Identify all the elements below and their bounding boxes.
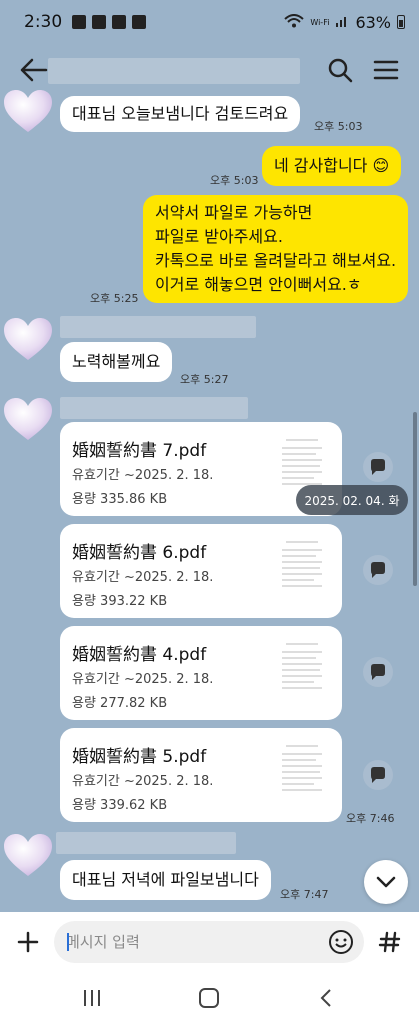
- wifi-icon: [284, 13, 305, 32]
- message-time: 오후 7:46: [346, 812, 395, 825]
- voicemail-icon: [72, 15, 87, 29]
- share-chat-icon: [371, 459, 385, 475]
- battery-level: 63%: [355, 12, 391, 32]
- message-time: 오후 5:03: [210, 174, 259, 187]
- carrier-label: Wi-Fi: [310, 17, 330, 27]
- hashtag-search-button[interactable]: [376, 928, 404, 956]
- message-bubble[interactable]: 대표님 오늘보냄니다 검토드려요: [60, 96, 301, 132]
- chevron-down-icon: [376, 876, 396, 888]
- avatar[interactable]: [2, 316, 54, 362]
- share-button[interactable]: [363, 657, 393, 687]
- document-thumbnail-icon: [276, 534, 328, 608]
- file-attachment[interactable]: 婚姻誓約書 4.pdf 유효기간 ~2025. 2. 18. 용량 277.82…: [60, 626, 342, 720]
- file-attachment[interactable]: 婚姻誓約書 5.pdf 유효기간 ~2025. 2. 18. 용량 339.62…: [60, 728, 342, 822]
- back-nav-icon: [320, 989, 331, 1007]
- message-time: 오후 5:03: [314, 120, 363, 133]
- message-bubble[interactable]: 서약서 파일로 가능하면 파일로 받아주세요. 카톡으로 바로 올려달라고 해보…: [143, 195, 409, 303]
- notification-icon: [132, 15, 147, 29]
- message-field[interactable]: [54, 921, 364, 963]
- hashtag-icon: [378, 931, 401, 953]
- menu-button[interactable]: [372, 56, 400, 84]
- document-thumbnail-icon: [276, 636, 328, 710]
- file-size: 용량 339.62 KB: [72, 798, 168, 813]
- file-expiry: 유효기간 ~2025. 2. 18.: [72, 468, 214, 483]
- file-name: 婚姻誓約書 7.pdf: [72, 441, 207, 461]
- share-chat-icon: [371, 767, 385, 783]
- sender-name: [60, 316, 256, 338]
- file-expiry: 유효기간 ~2025. 2. 18.: [72, 570, 214, 585]
- share-chat-icon: [371, 664, 385, 680]
- file-size: 용량 393.22 KB: [72, 594, 168, 609]
- emoji-button[interactable]: [328, 929, 354, 955]
- attach-button[interactable]: [14, 928, 42, 956]
- avatar[interactable]: [2, 832, 54, 878]
- file-size: 용량 335.86 KB: [72, 492, 168, 507]
- gallery-icon: [112, 15, 127, 29]
- file-expiry: 유효기간 ~2025. 2. 18.: [72, 774, 214, 789]
- file-name: 婚姻誓約書 4.pdf: [72, 645, 207, 665]
- back-nav-button[interactable]: [314, 986, 338, 1010]
- emoji-icon: [329, 930, 353, 954]
- home-icon: [199, 988, 219, 1008]
- share-button[interactable]: [363, 452, 393, 482]
- chat-title: [48, 58, 300, 84]
- scrollbar[interactable]: [413, 412, 417, 586]
- avatar[interactable]: [2, 88, 54, 134]
- file-attachment[interactable]: 婚姻誓約書 6.pdf 유효기간 ~2025. 2. 18. 용량 393.22…: [60, 524, 342, 618]
- plus-icon: [17, 931, 39, 953]
- chat-header: [0, 50, 419, 90]
- search-button[interactable]: [326, 56, 354, 84]
- message-input[interactable]: [66, 921, 316, 963]
- file-name: 婚姻誓約書 5.pdf: [72, 747, 207, 767]
- message-bubble[interactable]: 네 감사합니다 😊: [262, 146, 402, 186]
- message-bubble[interactable]: 노력해볼께요: [60, 342, 173, 382]
- check-icon: [92, 15, 107, 29]
- file-size: 용량 277.82 KB: [72, 696, 168, 711]
- recent-apps-button[interactable]: [80, 986, 104, 1010]
- share-button[interactable]: [363, 555, 393, 585]
- search-icon: [328, 58, 353, 83]
- message-input-bar: [0, 912, 419, 972]
- home-button[interactable]: [197, 986, 221, 1010]
- message-time: 오후 5:25: [90, 292, 139, 305]
- share-chat-icon: [371, 562, 385, 578]
- sender-name: [56, 832, 236, 854]
- recent-apps-icon: [84, 990, 100, 1006]
- back-arrow-icon: [20, 58, 48, 82]
- back-button[interactable]: [18, 56, 48, 84]
- message-time: 오후 7:47: [280, 888, 329, 901]
- status-time: 2:30: [24, 12, 63, 32]
- system-nav-bar: [0, 972, 419, 1024]
- message-time: 오후 5:27: [180, 373, 229, 386]
- text-caret: [67, 933, 69, 951]
- sender-name: [60, 397, 248, 419]
- hamburger-icon: [373, 60, 399, 80]
- avatar[interactable]: [2, 396, 54, 442]
- battery-icon: [397, 15, 405, 29]
- document-thumbnail-icon: [276, 738, 328, 812]
- scroll-to-bottom-button[interactable]: [364, 860, 408, 904]
- date-indicator: 2025. 02. 04. 화: [296, 485, 408, 515]
- share-button[interactable]: [363, 760, 393, 790]
- file-name: 婚姻誓約書 6.pdf: [72, 543, 207, 563]
- file-expiry: 유효기간 ~2025. 2. 18.: [72, 672, 214, 687]
- status-bar: 2:30 Wi-Fi 63%: [0, 0, 419, 44]
- message-bubble[interactable]: 대표님 저녁에 파일보냄니다: [60, 860, 271, 900]
- signal-icon: [335, 13, 349, 32]
